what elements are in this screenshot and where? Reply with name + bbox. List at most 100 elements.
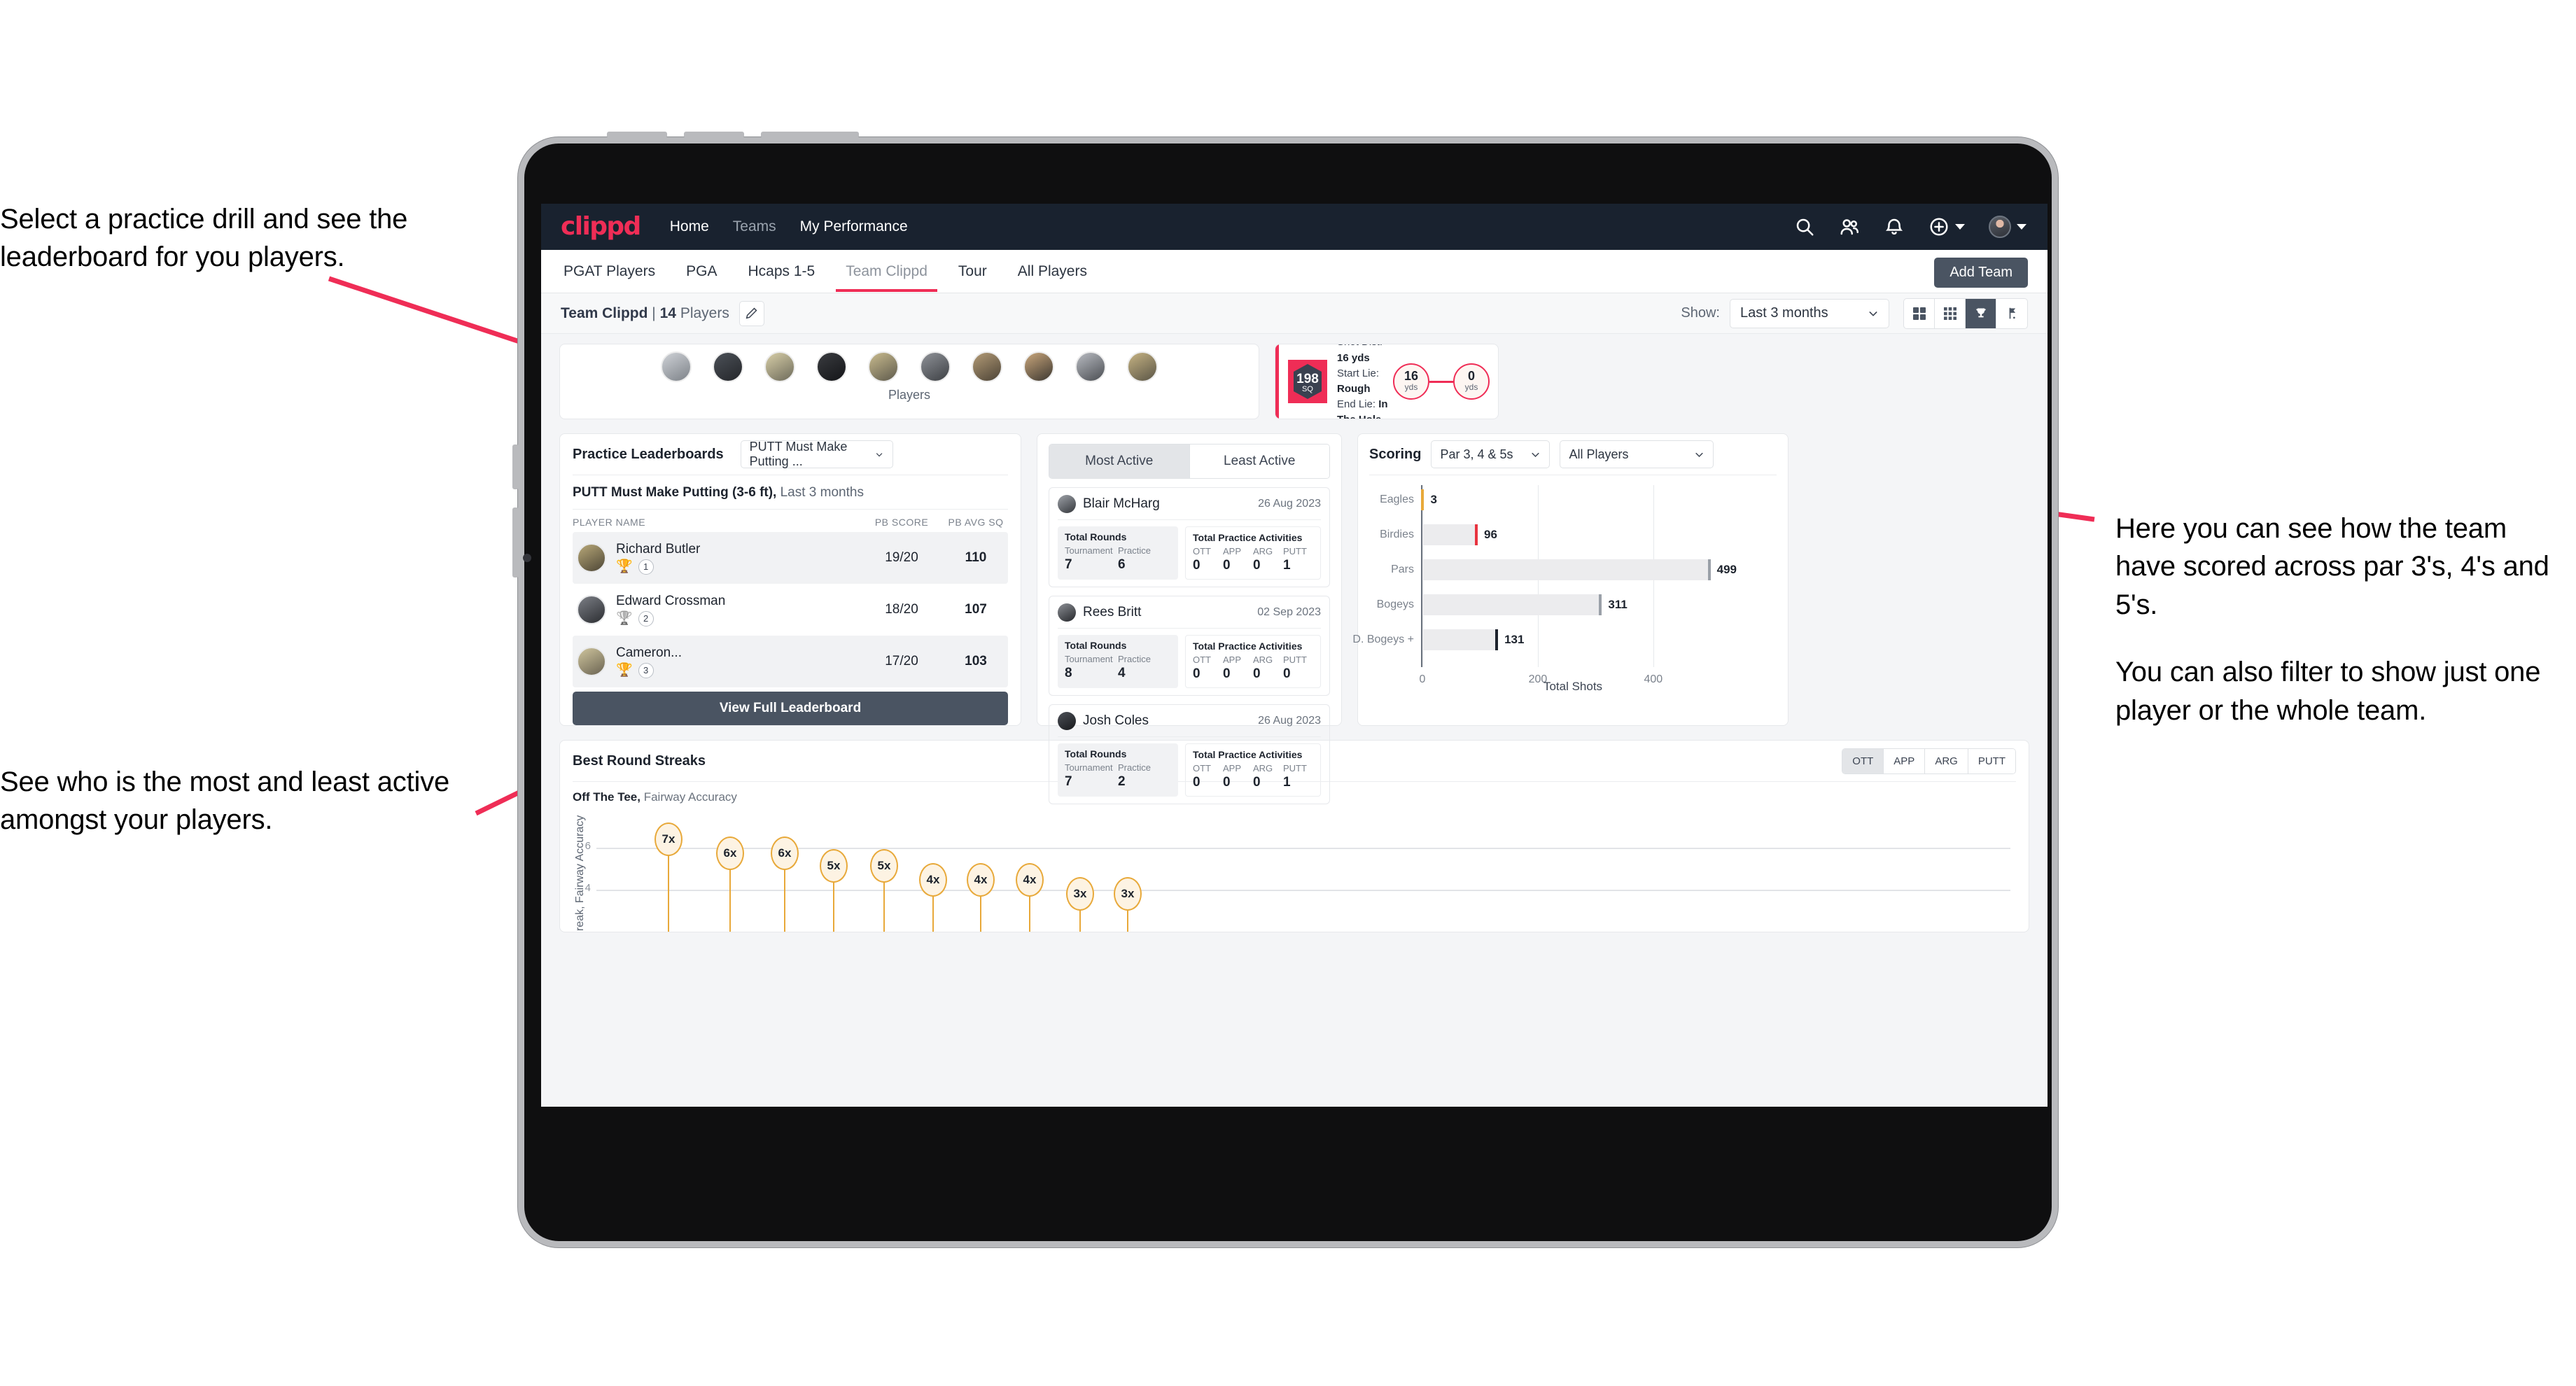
streaks-metric-tabs: OTT APP ARG PUTT bbox=[1842, 748, 2016, 774]
streak-marker[interactable]: 7x bbox=[654, 822, 682, 932]
list-item[interactable]: Rees Britt 02 Sep 2023 Total Rounds Tour… bbox=[1049, 596, 1330, 696]
hexagon-icon: 198 SQ bbox=[1294, 364, 1322, 399]
streak-marker[interactable]: 4x bbox=[919, 863, 947, 932]
tab-pga[interactable]: PGA bbox=[683, 251, 720, 291]
view-grid-small-button[interactable] bbox=[1935, 298, 1966, 328]
tournament-label: Tournament bbox=[1065, 762, 1113, 773]
title-separator: | bbox=[652, 304, 656, 321]
tab-tour[interactable]: Tour bbox=[955, 251, 990, 291]
avatar[interactable] bbox=[713, 351, 743, 382]
bar-label-bogeys: Bogeys bbox=[1376, 598, 1414, 610]
end-distance-value: 0 bbox=[1467, 369, 1475, 384]
drill-select[interactable]: PUTT Must Make Putting ... bbox=[740, 440, 893, 468]
view-trophy-button[interactable] bbox=[1966, 298, 1996, 328]
table-row[interactable]: Cameron... 🏆 3 17/20 103 bbox=[573, 636, 1008, 687]
chevron-down-icon bbox=[1955, 224, 1965, 230]
activity-item-header: Blair McHarg 26 Aug 2023 bbox=[1058, 495, 1321, 513]
avatar[interactable] bbox=[1075, 351, 1106, 382]
nav-link-my-performance[interactable]: My Performance bbox=[800, 218, 908, 235]
nav-link-teams[interactable]: Teams bbox=[733, 218, 776, 235]
top-navbar: clippd Home Teams My Performance bbox=[541, 204, 2047, 250]
bar-eagles: Eagles 3 bbox=[1380, 489, 1437, 510]
streak-marker[interactable]: 3x bbox=[1114, 877, 1142, 932]
plus-circle-menu[interactable] bbox=[1928, 216, 1965, 237]
grid-large-icon bbox=[1912, 307, 1926, 320]
ott-value: 0 bbox=[1193, 666, 1200, 681]
search-icon[interactable] bbox=[1794, 216, 1815, 237]
player-avatar-row bbox=[560, 351, 1259, 382]
show-range-select[interactable]: Last 3 months bbox=[1730, 298, 1889, 328]
tab-most-active[interactable]: Most Active bbox=[1049, 444, 1190, 478]
view-grid-large-button[interactable] bbox=[1904, 298, 1935, 328]
tab-all-players[interactable]: All Players bbox=[1015, 251, 1090, 291]
practice-activities-title: Total Practice Activities bbox=[1193, 532, 1303, 543]
bell-icon[interactable] bbox=[1884, 216, 1905, 237]
tab-putt[interactable]: PUTT bbox=[1968, 748, 2015, 774]
streak-marker[interactable]: 6x bbox=[771, 836, 799, 932]
avatar[interactable] bbox=[868, 351, 899, 382]
profile-menu[interactable] bbox=[1989, 216, 2026, 238]
streak-marker[interactable]: 5x bbox=[820, 849, 848, 932]
tab-least-active[interactable]: Least Active bbox=[1189, 444, 1329, 478]
practice-label: Practice bbox=[1118, 762, 1151, 773]
ott-value: 0 bbox=[1193, 558, 1200, 573]
app-screen: clippd Home Teams My Performance PGAT Pl… bbox=[541, 204, 2047, 1107]
player-filter-select[interactable]: All Players bbox=[1560, 440, 1714, 468]
trophy-icon: 🏆 bbox=[616, 611, 633, 626]
streak-marker[interactable]: 4x bbox=[967, 863, 995, 932]
table-row[interactable]: Edward Crossman 🏆 2 18/20 107 bbox=[573, 584, 1008, 636]
total-rounds-block: Total Rounds Tournament 7 Practice 6 bbox=[1058, 526, 1178, 580]
streak-value: 3x bbox=[1066, 877, 1094, 911]
avatar[interactable] bbox=[972, 351, 1002, 382]
list-item[interactable]: Blair McHarg 26 Aug 2023 Total Rounds To… bbox=[1049, 487, 1330, 587]
tab-hcaps-1-5[interactable]: Hcaps 1-5 bbox=[745, 251, 818, 291]
nav-link-home[interactable]: Home bbox=[670, 218, 709, 235]
ott-label: OTT bbox=[1193, 654, 1211, 665]
app-value: 0 bbox=[1223, 666, 1231, 681]
section-tabs: PGAT Players PGA Hcaps 1-5 Team Clippd T… bbox=[541, 250, 2047, 293]
avatar[interactable] bbox=[1023, 351, 1054, 382]
tab-arg[interactable]: ARG bbox=[1925, 748, 1968, 774]
tab-pgat-players[interactable]: PGAT Players bbox=[561, 251, 658, 291]
putt-label: PUTT bbox=[1283, 763, 1307, 774]
view-flag-button[interactable] bbox=[1996, 299, 2027, 328]
plus-circle-icon[interactable] bbox=[1928, 216, 1949, 237]
tab-app[interactable]: APP bbox=[1884, 748, 1926, 774]
streak-marker[interactable]: 4x bbox=[1016, 863, 1044, 932]
people-icon[interactable] bbox=[1839, 216, 1860, 237]
streak-marker[interactable]: 6x bbox=[716, 836, 744, 932]
streak-marker[interactable]: 3x bbox=[1066, 877, 1094, 932]
streaks-metric-detail: Fairway Accuracy bbox=[643, 790, 737, 804]
clippd-logo[interactable]: clippd bbox=[561, 214, 641, 239]
avatar[interactable] bbox=[920, 351, 951, 382]
list-item[interactable]: Josh Coles 26 Aug 2023 Total Rounds Tour… bbox=[1049, 704, 1330, 804]
tab-ott[interactable]: OTT bbox=[1842, 748, 1884, 774]
avatar[interactable] bbox=[1989, 216, 2011, 238]
avatar[interactable] bbox=[661, 351, 692, 382]
annotation-right: Here you can see how the team have score… bbox=[2115, 510, 2563, 729]
tab-team-clippd[interactable]: Team Clippd bbox=[836, 251, 937, 292]
pb-avg-sq-value: 110 bbox=[965, 550, 987, 565]
end-lie-label: End Lie: bbox=[1337, 398, 1376, 411]
player-name: Cameron... bbox=[616, 645, 682, 660]
y-tick-4: 4 bbox=[584, 882, 591, 894]
avatar[interactable] bbox=[816, 351, 847, 382]
avatar[interactable] bbox=[764, 351, 795, 382]
add-team-button[interactable]: Add Team bbox=[1934, 258, 2028, 288]
streak-value: 4x bbox=[919, 863, 947, 897]
show-label: Show: bbox=[1681, 305, 1720, 321]
streak-value: 4x bbox=[1016, 863, 1044, 897]
table-row[interactable]: Richard Butler 🏆 1 19/20 110 bbox=[573, 532, 1008, 584]
streak-marker[interactable]: 5x bbox=[870, 849, 898, 932]
drill-select-value: PUTT Must Make Putting ... bbox=[749, 440, 848, 468]
distance-connector-line bbox=[1429, 380, 1453, 383]
activity-item-body: Total Rounds Tournament 8 Practice 4 Total… bbox=[1058, 635, 1321, 688]
edit-team-button[interactable] bbox=[738, 300, 764, 326]
par-select[interactable]: Par 3, 4 & 5s bbox=[1431, 440, 1550, 468]
rank-badge: 1 bbox=[638, 559, 654, 575]
chevron-down-icon bbox=[1532, 452, 1540, 457]
avatar bbox=[1058, 603, 1076, 622]
avatar[interactable] bbox=[1127, 351, 1158, 382]
total-rounds-block: Total Rounds Tournament 7 Practice 2 bbox=[1058, 743, 1178, 797]
view-full-leaderboard-button[interactable]: View Full Leaderboard bbox=[573, 692, 1008, 725]
